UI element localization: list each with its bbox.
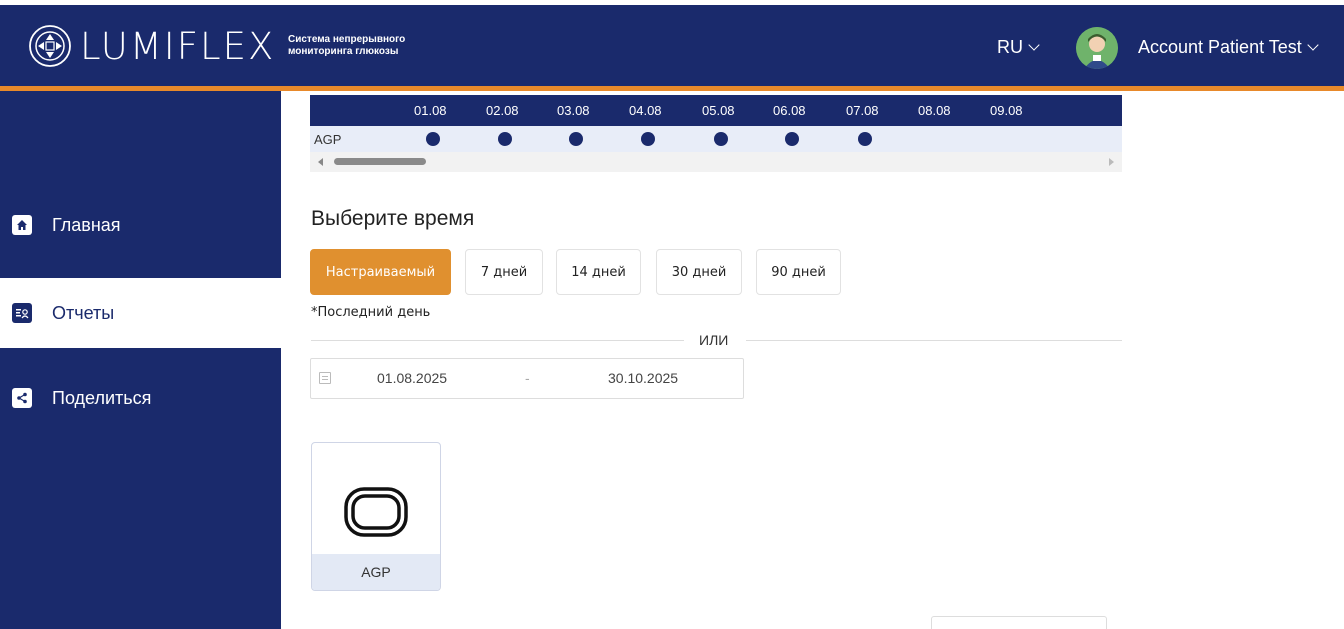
timeline-row-agp: AGP bbox=[310, 126, 1122, 152]
period-title: Выберите время bbox=[311, 207, 475, 230]
date-to-field[interactable]: 30.10.2025 bbox=[608, 370, 678, 386]
account-name: Account Patient Test bbox=[1138, 37, 1302, 57]
logo-text: LUMIFLEX bbox=[80, 24, 276, 68]
timeline-scrollbar[interactable] bbox=[310, 152, 1122, 172]
logo[interactable]: LUMIFLEX bbox=[28, 24, 275, 68]
timeline-header: 01.08 02.08 03.08 04.08 05.08 06.08 07.0… bbox=[310, 95, 1122, 126]
data-dot[interactable] bbox=[714, 132, 728, 146]
period-90-days-button[interactable]: 90 дней bbox=[756, 249, 841, 295]
agp-icon bbox=[344, 487, 408, 537]
scrollbar-thumb[interactable] bbox=[334, 158, 426, 165]
date-from-field[interactable]: 01.08.2025 bbox=[377, 370, 447, 386]
data-dot[interactable] bbox=[858, 132, 872, 146]
sidebar-item-share[interactable]: Поделиться bbox=[0, 363, 281, 433]
timeline-date: 07.08 bbox=[846, 103, 879, 118]
logo-icon bbox=[29, 25, 71, 67]
period-30-days-button[interactable]: 30 дней bbox=[656, 249, 742, 295]
sidebar: Главная Отчеты Поделиться bbox=[0, 91, 281, 629]
timeline-row-label: AGP bbox=[314, 132, 342, 147]
date-range-picker[interactable]: 01.08.2025 - 30.10.2025 bbox=[310, 358, 744, 399]
date-separator: - bbox=[525, 370, 530, 386]
scroll-left-icon[interactable] bbox=[318, 158, 323, 166]
data-dot[interactable] bbox=[569, 132, 583, 146]
data-dot[interactable] bbox=[785, 132, 799, 146]
share-icon bbox=[12, 388, 32, 408]
timeline-date: 09.08 bbox=[990, 103, 1023, 118]
timeline-date: 02.08 bbox=[486, 103, 519, 118]
report-card-agp[interactable]: AGP bbox=[311, 442, 441, 591]
divider bbox=[746, 340, 1122, 341]
sidebar-item-label: Отчеты bbox=[52, 302, 115, 323]
sidebar-item-home[interactable]: Главная bbox=[0, 190, 281, 260]
account-menu[interactable]: Account Patient Test bbox=[1138, 37, 1319, 58]
data-dot[interactable] bbox=[426, 132, 440, 146]
divider bbox=[311, 340, 684, 341]
sidebar-item-reports[interactable]: Отчеты bbox=[0, 278, 281, 348]
home-icon bbox=[12, 215, 32, 235]
sidebar-item-label: Главная bbox=[52, 214, 121, 235]
timeline-date: 01.08 bbox=[414, 103, 447, 118]
timeline-date: 03.08 bbox=[557, 103, 590, 118]
chevron-down-icon bbox=[1307, 39, 1319, 51]
scroll-right-icon[interactable] bbox=[1109, 158, 1114, 166]
last-day-note: *Последний день bbox=[311, 305, 431, 320]
timeline-date: 04.08 bbox=[629, 103, 662, 118]
timeline-date: 05.08 bbox=[702, 103, 735, 118]
period-7-days-button[interactable]: 7 дней bbox=[465, 249, 543, 295]
report-card-label: AGP bbox=[312, 554, 440, 590]
data-availability-timeline: 01.08 02.08 03.08 04.08 05.08 06.08 07.0… bbox=[310, 95, 1122, 173]
language-selector[interactable]: RU bbox=[997, 37, 1040, 58]
timeline-date: 06.08 bbox=[773, 103, 806, 118]
language-label: RU bbox=[997, 37, 1023, 57]
tagline: Система непрерывного мониторинга глюкозы bbox=[288, 34, 406, 57]
partial-control[interactable] bbox=[931, 616, 1107, 629]
or-separator: ИЛИ bbox=[699, 332, 729, 348]
period-custom-button[interactable]: Настраиваемый bbox=[310, 249, 451, 295]
avatar-icon bbox=[1076, 27, 1118, 69]
period-14-days-button[interactable]: 14 дней bbox=[556, 249, 641, 295]
calendar-icon bbox=[319, 372, 331, 384]
chevron-down-icon bbox=[1028, 39, 1040, 51]
avatar[interactable] bbox=[1076, 27, 1118, 69]
app-header: LUMIFLEX Система непрерывного мониторинг… bbox=[0, 5, 1344, 86]
data-dot[interactable] bbox=[641, 132, 655, 146]
reports-icon bbox=[12, 303, 32, 323]
data-dot[interactable] bbox=[498, 132, 512, 146]
sidebar-item-label: Поделиться bbox=[52, 387, 152, 408]
timeline-date: 08.08 bbox=[918, 103, 951, 118]
